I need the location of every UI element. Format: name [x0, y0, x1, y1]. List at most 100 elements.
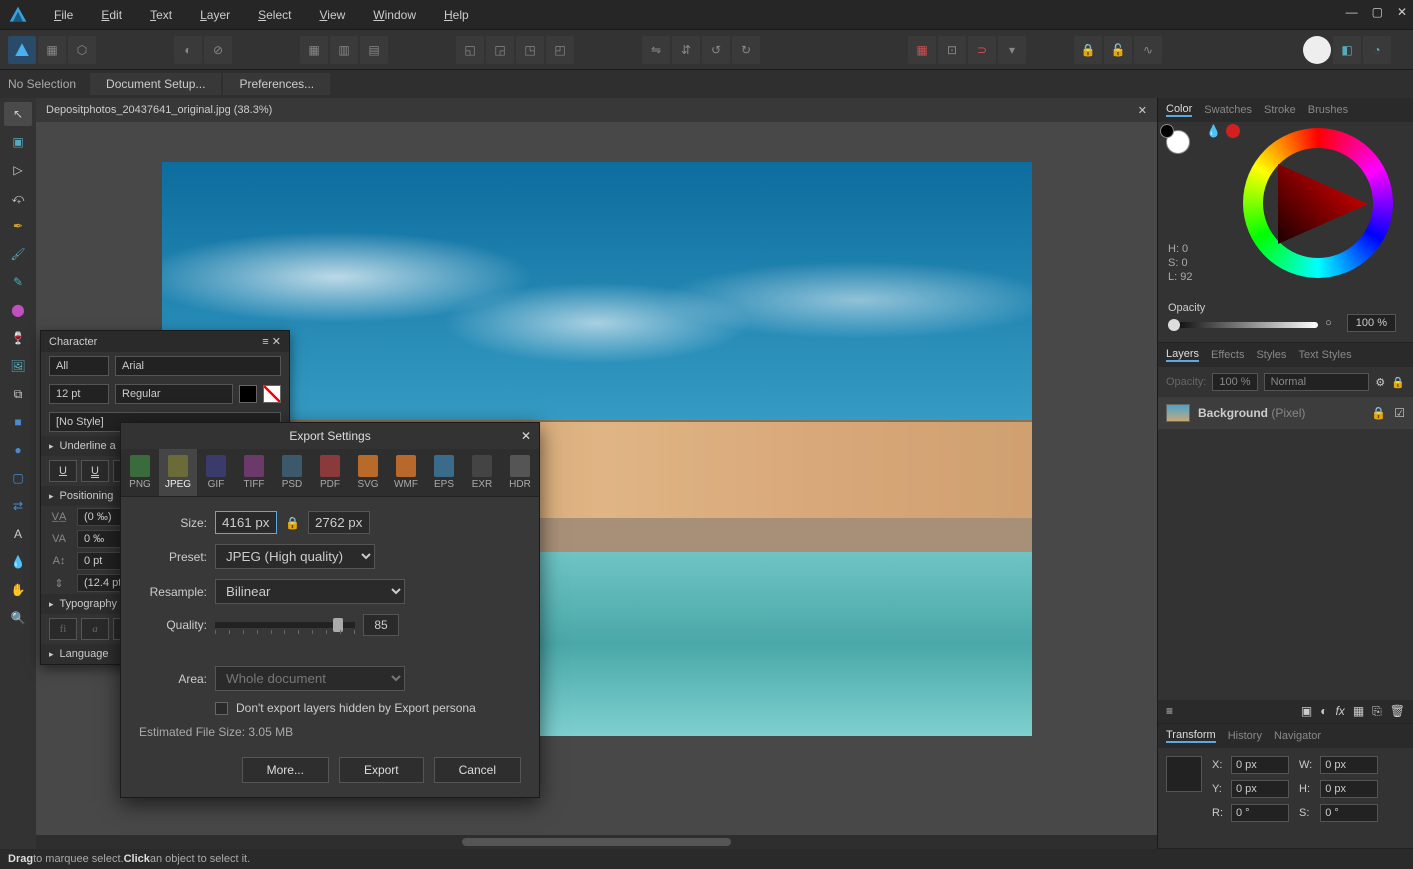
- opacity-slider[interactable]: [1168, 322, 1318, 328]
- eyedropper-tool-icon[interactable]: 💧: [4, 550, 32, 574]
- window-maximize-icon[interactable]: ▢: [1372, 5, 1383, 19]
- node-tool-icon[interactable]: ▷: [4, 158, 32, 182]
- color-dot-icon[interactable]: [1226, 124, 1240, 138]
- underline-single-button[interactable]: U: [49, 460, 77, 482]
- ellipse-tool-icon[interactable]: ●: [4, 438, 32, 462]
- underline-double-button[interactable]: U: [81, 460, 109, 482]
- toolbar-flip-h-icon[interactable]: ⇋: [642, 36, 670, 64]
- layer-delete-icon[interactable]: 🗑: [1390, 704, 1405, 719]
- format-eps[interactable]: EPS: [425, 449, 463, 496]
- format-svg[interactable]: SVG: [349, 449, 387, 496]
- export-lock-icon[interactable]: 🔒: [285, 516, 300, 530]
- format-psd[interactable]: PSD: [273, 449, 311, 496]
- char-weight-select[interactable]: Regular: [115, 384, 233, 404]
- transform-s-input[interactable]: [1320, 804, 1378, 822]
- layer-row[interactable]: Background (Pixel) 🔒 ☑: [1158, 397, 1413, 429]
- transform-r-input[interactable]: [1231, 804, 1289, 822]
- export-height-input[interactable]: [308, 511, 370, 534]
- tab-styles[interactable]: Styles: [1256, 349, 1286, 361]
- menu-layer[interactable]: Layer: [188, 4, 242, 26]
- toolbar-arrange-d-icon[interactable]: ◰: [546, 36, 574, 64]
- toolbar-arrange-c-icon[interactable]: ◳: [516, 36, 544, 64]
- typo-a-button[interactable]: a: [81, 618, 109, 640]
- layer-duplicate-icon[interactable]: ⎘: [1372, 704, 1382, 719]
- menu-window[interactable]: Window: [361, 4, 428, 26]
- toolbar-rotate-r-icon[interactable]: ↻: [732, 36, 760, 64]
- toolbar-lock-icon[interactable]: 🔒: [1074, 36, 1102, 64]
- tab-navigator[interactable]: Navigator: [1274, 730, 1321, 742]
- export-preset-select[interactable]: JPEG (High quality): [215, 544, 375, 569]
- crop-tool-icon[interactable]: ⧉: [4, 382, 32, 406]
- menu-view[interactable]: View: [307, 4, 357, 26]
- layer-fx-icon[interactable]: fx: [1335, 704, 1344, 719]
- opacity-value[interactable]: 100 %: [1347, 314, 1396, 332]
- export-cancel-button[interactable]: Cancel: [434, 757, 521, 783]
- tab-layers[interactable]: Layers: [1166, 348, 1199, 362]
- artboard-tool-icon[interactable]: ▣: [4, 130, 32, 154]
- format-pdf[interactable]: PDF: [311, 449, 349, 496]
- char-font-select[interactable]: Arial: [115, 356, 281, 376]
- transform-x-input[interactable]: [1231, 756, 1289, 774]
- transform-y-input[interactable]: [1231, 780, 1289, 798]
- toolbar-curves-icon[interactable]: ∿: [1134, 36, 1162, 64]
- layer-opacity-select[interactable]: 100 %: [1212, 373, 1257, 391]
- tab-history[interactable]: History: [1228, 730, 1262, 742]
- format-jpeg[interactable]: JPEG: [159, 449, 197, 496]
- swap-arrows-icon[interactable]: ⇄: [4, 494, 32, 518]
- char-size-select[interactable]: 12 pt: [49, 384, 109, 404]
- toolbar-rotate-l-icon[interactable]: ↺: [702, 36, 730, 64]
- format-hdr[interactable]: HDR: [501, 449, 539, 496]
- persona-export-icon[interactable]: ⬡: [68, 36, 96, 64]
- tab-swatches[interactable]: Swatches: [1204, 104, 1252, 116]
- document-setup-button[interactable]: Document Setup...: [90, 73, 221, 95]
- format-exr[interactable]: EXR: [463, 449, 501, 496]
- hand-tool-icon[interactable]: ✋: [4, 578, 32, 602]
- document-tab[interactable]: Depositphotos_20437641_original.jpg (38.…: [36, 98, 1157, 122]
- format-wmf[interactable]: WMF: [387, 449, 425, 496]
- layer-mask-icon[interactable]: ▣: [1301, 704, 1312, 719]
- format-png[interactable]: PNG: [121, 449, 159, 496]
- toolbar-arrange-b-icon[interactable]: ◲: [486, 36, 514, 64]
- persona-pixel-icon[interactable]: ▦: [38, 36, 66, 64]
- panel-menu-icon[interactable]: ≡: [262, 336, 268, 348]
- eyedropper-icon[interactable]: 💧: [1206, 124, 1220, 138]
- brush-tool-icon[interactable]: 🖌: [4, 242, 32, 266]
- layer-blend-select[interactable]: Normal: [1264, 373, 1370, 391]
- zoom-tool-icon[interactable]: 🔍: [4, 606, 32, 630]
- export-more-button[interactable]: More...: [242, 757, 329, 783]
- tab-effects[interactable]: Effects: [1211, 349, 1244, 361]
- export-area-select[interactable]: Whole document: [215, 666, 405, 691]
- preferences-button[interactable]: Preferences...: [223, 73, 330, 95]
- toolbar-preview-a-icon[interactable]: [1303, 36, 1331, 64]
- typo-fi-button[interactable]: fi: [49, 618, 77, 640]
- export-width-input[interactable]: [215, 511, 277, 534]
- char-bg-swatch[interactable]: [263, 385, 281, 403]
- export-quality-slider[interactable]: [215, 622, 355, 628]
- layer-add-icon[interactable]: ▦: [1353, 704, 1364, 719]
- format-gif[interactable]: GIF: [197, 449, 235, 496]
- tab-text-styles[interactable]: Text Styles: [1298, 349, 1351, 361]
- corner-tool-icon[interactable]: ⤽: [4, 186, 32, 210]
- toolbar-arrange-a-icon[interactable]: ◱: [456, 36, 484, 64]
- persona-designer-icon[interactable]: [8, 36, 36, 64]
- glass-tool-icon[interactable]: 🍷: [4, 326, 32, 350]
- rectangle-tool-icon[interactable]: ■: [4, 410, 32, 434]
- close-tab-icon[interactable]: ✕: [1138, 104, 1147, 117]
- toolbar-unlock-icon[interactable]: 🔓: [1104, 36, 1132, 64]
- toolbar-flip-v-icon[interactable]: ⇵: [672, 36, 700, 64]
- export-export-button[interactable]: Export: [339, 757, 424, 783]
- layer-adjust-icon[interactable]: ◐: [1320, 704, 1327, 719]
- toolbar-spacing-icon[interactable]: ▤: [360, 36, 388, 64]
- toolbar-magnet-icon[interactable]: ⊃: [968, 36, 996, 64]
- horizontal-scrollbar[interactable]: [36, 835, 1157, 849]
- layer-lock-icon[interactable]: 🔒: [1391, 376, 1405, 389]
- toolbar-preview-b-icon[interactable]: ◧: [1333, 36, 1361, 64]
- menu-text[interactable]: Text: [138, 4, 184, 26]
- toolbar-snap-point-icon[interactable]: ⊡: [938, 36, 966, 64]
- export-quality-value[interactable]: 85: [363, 614, 399, 636]
- panel-close-icon[interactable]: ✕: [272, 336, 281, 348]
- anchor-grid-icon[interactable]: [1166, 756, 1202, 792]
- window-minimize-icon[interactable]: —: [1346, 5, 1358, 19]
- toolbar-preview-c-icon[interactable]: ◔: [1363, 36, 1391, 64]
- format-tiff[interactable]: TIFF: [235, 449, 273, 496]
